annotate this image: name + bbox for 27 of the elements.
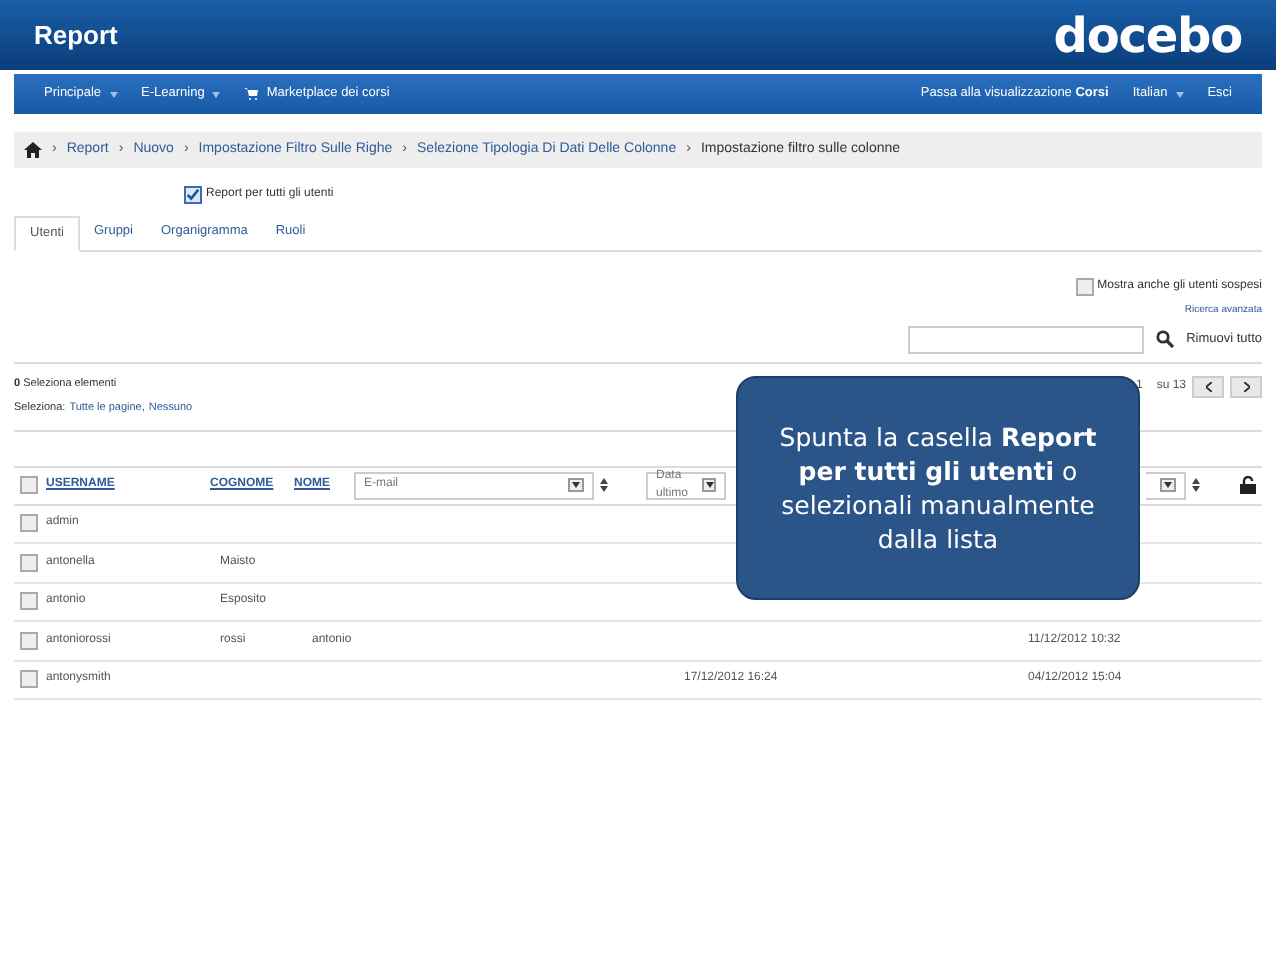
chevron-left-icon — [1205, 381, 1211, 391]
check-icon — [186, 188, 200, 202]
callout-text: Spunta la casella Report per tutti gli utenti o selezionali manualmente dalla lista — [777, 420, 1099, 556]
dropdown-icon — [702, 478, 716, 492]
search-icon[interactable] — [1156, 330, 1175, 348]
cart-icon — [244, 88, 259, 100]
home-icon[interactable] — [24, 142, 42, 158]
chevron-right-icon — [1243, 381, 1249, 391]
search-field[interactable] — [908, 325, 1145, 353]
checkbox[interactable] — [20, 670, 38, 689]
next-page-button[interactable] — [1230, 375, 1262, 397]
checkbox[interactable] — [20, 553, 38, 572]
lock-icon[interactable] — [1240, 476, 1256, 494]
sort-icon[interactable] — [1192, 478, 1200, 492]
logo: docebo — [1053, 5, 1242, 67]
checkbox[interactable] — [184, 186, 202, 204]
checkbox[interactable] — [20, 592, 38, 611]
checkbox[interactable] — [1075, 278, 1094, 296]
checkbox[interactable] — [20, 476, 38, 494]
checkbox[interactable] — [20, 514, 38, 533]
dropdown-icon — [568, 478, 584, 492]
dropdown-icon — [1160, 478, 1176, 492]
page-title: Report — [34, 17, 118, 54]
checkbox[interactable] — [20, 631, 38, 650]
sort-icon[interactable] — [600, 478, 608, 492]
previous-page-button[interactable] — [1192, 375, 1224, 397]
filter-select[interactable] — [1146, 471, 1186, 499]
